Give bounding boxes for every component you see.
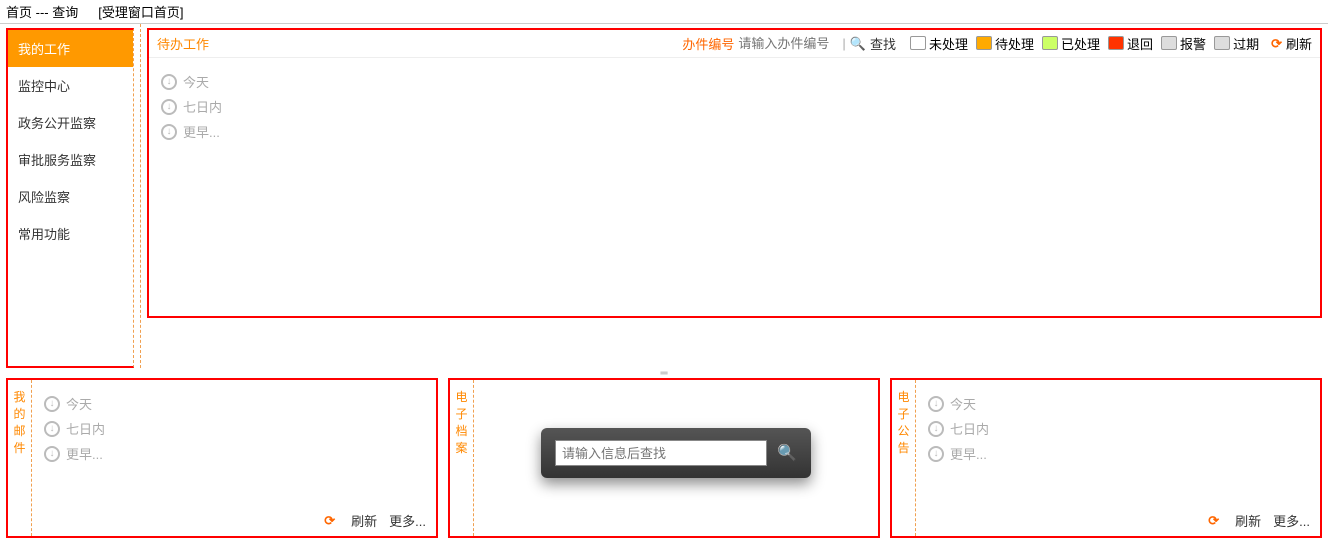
sidebar-item-2[interactable]: 政务公开监察	[8, 104, 133, 141]
status-未处理[interactable]: 未处理	[910, 34, 968, 53]
time-group[interactable]: ↓ 更早...	[928, 444, 1308, 463]
status-label: 已处理	[1061, 34, 1100, 53]
time-group[interactable]: ↓ 七日内	[44, 419, 424, 438]
status-swatch	[1042, 36, 1058, 50]
sidebar-item-3[interactable]: 审批服务监察	[8, 141, 133, 178]
status-swatch	[1214, 36, 1230, 50]
chevron-down-icon: ↓	[161, 74, 177, 90]
status-label: 报警	[1180, 34, 1206, 53]
sidebar-item-0[interactable]: 我的工作	[8, 30, 133, 67]
status-swatch	[910, 36, 926, 50]
status-swatch	[1161, 36, 1177, 50]
time-group-label: 更早...	[183, 122, 220, 141]
case-number-input[interactable]	[738, 36, 838, 51]
notice-refresh-button[interactable]: 刷新	[1235, 511, 1261, 530]
archive-panel: 电子档案 🔍	[448, 378, 880, 538]
time-group[interactable]: ↓ 今天	[928, 394, 1308, 413]
todo-title: 待办工作	[157, 34, 209, 53]
time-group[interactable]: ↓ 更早...	[161, 122, 1308, 141]
status-已处理[interactable]: 已处理	[1042, 34, 1100, 53]
chevron-down-icon: ↓	[44, 446, 60, 462]
todo-body: ↓ 今天 ↓ 七日内 ↓ 更早...	[149, 58, 1320, 155]
search-button[interactable]: 查找	[870, 34, 896, 53]
mail-panel: 我的邮件 ↓ 今天 ↓ 七日内 ↓ 更早... ⟳ 刷新 更多...	[6, 378, 438, 538]
page-title: [受理窗口首页]	[98, 2, 183, 21]
status-过期[interactable]: 过期	[1214, 34, 1259, 53]
refresh-icon[interactable]: ⟳	[324, 513, 335, 529]
sidebar-item-5[interactable]: 常用功能	[8, 215, 133, 252]
time-group[interactable]: ↓ 今天	[44, 394, 424, 413]
refresh-button[interactable]: 刷新	[1286, 34, 1312, 53]
chevron-down-icon: ↓	[161, 124, 177, 140]
todo-panel: 待办工作 办件编号 | 🔍 查找 未处理 待处理 已处理 退回 报警 过期 ⟳ 刷新 ↓ 今…	[147, 28, 1322, 318]
time-group[interactable]: ↓ 七日内	[161, 97, 1308, 116]
status-label: 待处理	[995, 34, 1034, 53]
chevron-down-icon: ↓	[928, 421, 944, 437]
top-bar: 首页 --- 查询 [受理窗口首页]	[0, 0, 1328, 24]
status-label: 未处理	[929, 34, 968, 53]
status-label: 过期	[1233, 34, 1259, 53]
chevron-down-icon: ↓	[44, 396, 60, 412]
status-swatch	[976, 36, 992, 50]
refresh-icon[interactable]: ⟳	[1271, 36, 1282, 52]
archive-search-box: 🔍	[541, 428, 811, 478]
time-group-label: 更早...	[66, 444, 103, 463]
chevron-down-icon: ↓	[44, 421, 60, 437]
todo-header: 待办工作 办件编号 | 🔍 查找 未处理 待处理 已处理 退回 报警 过期 ⟳ 刷新	[149, 30, 1320, 58]
time-group-label: 七日内	[66, 419, 105, 438]
time-group-label: 今天	[950, 394, 976, 413]
notice-more-button[interactable]: 更多...	[1273, 511, 1310, 530]
status-报警[interactable]: 报警	[1161, 34, 1206, 53]
sidebar-item-1[interactable]: 监控中心	[8, 67, 133, 104]
search-label: 办件编号	[682, 34, 734, 53]
archive-search-input[interactable]	[555, 440, 767, 466]
breadcrumb[interactable]: 首页 --- 查询	[6, 2, 78, 21]
archive-panel-title: 电子档案	[450, 380, 474, 536]
mail-more-button[interactable]: 更多...	[389, 511, 426, 530]
status-swatch	[1108, 36, 1124, 50]
time-group-label: 今天	[183, 72, 209, 91]
search-icon[interactable]: 🔍	[777, 443, 797, 463]
sidebar: 我的工作监控中心政务公开监察审批服务监察风险监察常用功能	[6, 28, 134, 368]
notice-panel-title: 电子公告	[892, 380, 916, 536]
time-group-label: 七日内	[950, 419, 989, 438]
refresh-icon[interactable]: ⟳	[1208, 513, 1219, 529]
time-group[interactable]: ↓ 七日内	[928, 419, 1308, 438]
time-group[interactable]: ↓ 更早...	[44, 444, 424, 463]
search-icon[interactable]: 🔍	[850, 36, 866, 52]
status-待处理[interactable]: 待处理	[976, 34, 1034, 53]
separator: |	[842, 36, 845, 51]
splitter-handle[interactable]: ═	[0, 368, 1328, 378]
chevron-down-icon: ↓	[928, 396, 944, 412]
time-group-label: 更早...	[950, 444, 987, 463]
chevron-down-icon: ↓	[928, 446, 944, 462]
status-退回[interactable]: 退回	[1108, 34, 1153, 53]
time-group-label: 七日内	[183, 97, 222, 116]
notice-panel: 电子公告 ↓ 今天 ↓ 七日内 ↓ 更早... ⟳ 刷新 更多...	[890, 378, 1322, 538]
status-label: 退回	[1127, 34, 1153, 53]
chevron-down-icon: ↓	[161, 99, 177, 115]
time-group[interactable]: ↓ 今天	[161, 72, 1308, 91]
sidebar-item-4[interactable]: 风险监察	[8, 178, 133, 215]
mail-panel-title: 我的邮件	[8, 380, 32, 536]
time-group-label: 今天	[66, 394, 92, 413]
mail-refresh-button[interactable]: 刷新	[351, 511, 377, 530]
